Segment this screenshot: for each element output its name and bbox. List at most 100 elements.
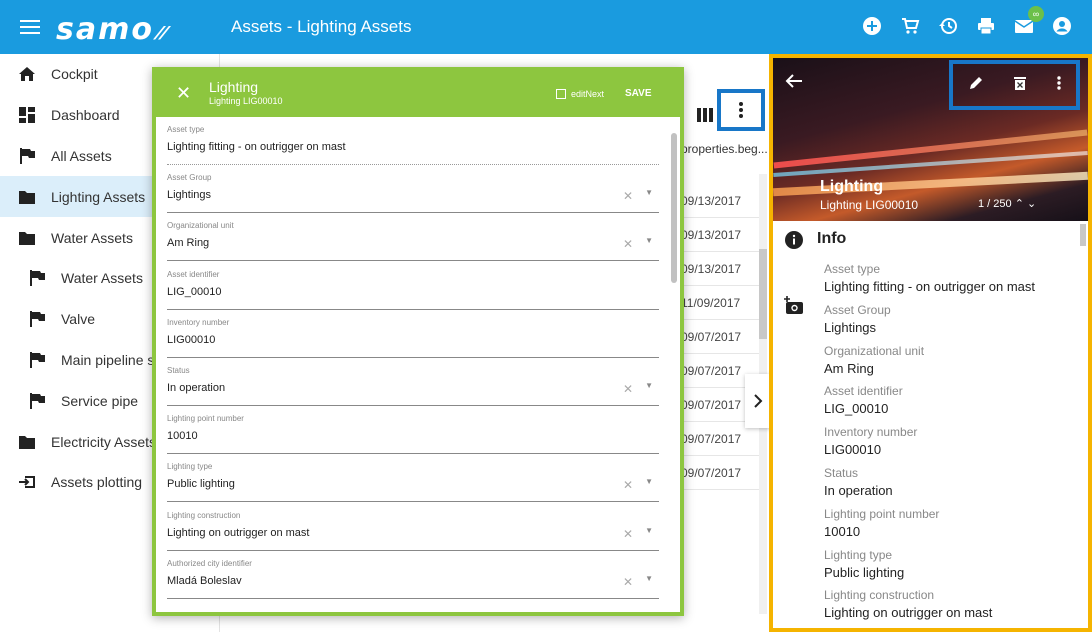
info-value: Lighting fitting - on outrigger on mast bbox=[824, 279, 1036, 294]
input-asset-type[interactable]: Asset type Lighting fitting - on outrigge… bbox=[167, 121, 659, 165]
input-asset-identifier[interactable]: Asset identifier LIG_00010 bbox=[167, 266, 659, 310]
asset-hero-image: Lighting Lighting LIG00010 1 / 250 ⌃ ⌄ bbox=[773, 58, 1088, 221]
info-item: Lighting type Public lighting bbox=[824, 548, 1035, 589]
dropdown-caret-icon[interactable]: ▼ bbox=[645, 526, 653, 535]
hamburger-menu-icon[interactable] bbox=[18, 16, 42, 38]
info-item: Asset identifier LIG_00010 bbox=[824, 384, 1035, 425]
sidebar-item-label: Water Assets bbox=[61, 270, 143, 287]
table-row[interactable]: 09/13/2017 bbox=[681, 184, 761, 218]
table-row[interactable]: 09/07/2017 bbox=[681, 456, 761, 490]
sidebar-item-label: Valve bbox=[61, 311, 95, 328]
detail-scrollbar[interactable] bbox=[1080, 224, 1086, 246]
detail-actions-toolbar bbox=[949, 60, 1080, 110]
field-value[interactable]: Public lighting bbox=[167, 478, 235, 490]
account-circle-icon[interactable] bbox=[1050, 14, 1074, 38]
select-status[interactable]: Status In operation ✕ ▼ bbox=[167, 362, 659, 406]
field-label: Lighting construction bbox=[167, 510, 241, 520]
info-label: Asset type bbox=[824, 262, 881, 276]
dialog-scrollbar[interactable] bbox=[670, 127, 678, 617]
dialog-header: ✕ Lighting Lighting LIG00010 editNext SA… bbox=[156, 71, 680, 117]
table-more-options-button[interactable] bbox=[717, 89, 765, 131]
arrow-back-icon[interactable] bbox=[785, 72, 803, 95]
table-row[interactable]: 09/13/2017 bbox=[681, 218, 761, 252]
print-icon[interactable] bbox=[974, 14, 998, 38]
info-label: Lighting type bbox=[824, 547, 893, 562]
info-label: Inventory number bbox=[824, 425, 918, 440]
view-columns-icon[interactable] bbox=[697, 108, 713, 122]
field-label: Asset type bbox=[167, 125, 205, 134]
info-value: Lightings bbox=[824, 319, 877, 335]
edit-next-checkbox[interactable]: editNext bbox=[556, 89, 604, 99]
select-authorized-city-identifier[interactable]: Authorized city identifier Mladá Boleslav… bbox=[167, 555, 659, 599]
chevron-right-icon bbox=[754, 394, 763, 408]
select-lighting-construction[interactable]: Lighting construction Lighting on outrigg… bbox=[167, 507, 659, 551]
folder-icon bbox=[18, 188, 36, 206]
info-value: Public lighting bbox=[824, 564, 905, 580]
clear-icon[interactable]: ✕ bbox=[623, 382, 633, 396]
save-button[interactable]: SAVE bbox=[625, 88, 652, 99]
table-row[interactable]: 09/13/2017 bbox=[681, 252, 761, 286]
history-icon[interactable] bbox=[936, 14, 960, 38]
field-label: Lighting type bbox=[167, 462, 213, 472]
clear-icon[interactable]: ✕ bbox=[623, 527, 633, 541]
select-lighting-type[interactable]: Lighting type Public lighting ✕ ▼ bbox=[167, 458, 659, 503]
table-row[interactable]: 11/09/2017 bbox=[681, 286, 761, 320]
field-value[interactable]: Lighting on outrigger on mast bbox=[167, 527, 309, 539]
info-icon[interactable] bbox=[783, 229, 805, 251]
table-row[interactable]: 09/07/2017 bbox=[681, 320, 761, 354]
clear-icon[interactable]: ✕ bbox=[623, 575, 633, 589]
info-label: Status bbox=[824, 465, 859, 480]
clear-icon[interactable]: ✕ bbox=[623, 189, 633, 203]
info-value: Am Ring bbox=[824, 360, 874, 376]
mail-icon[interactable]: ∞ bbox=[1012, 6, 1044, 38]
input-lighting-point-number[interactable]: Lighting point number 10010 bbox=[167, 410, 659, 455]
field-value[interactable]: Lighting fitting - on outrigger on mast bbox=[167, 141, 346, 153]
clear-icon[interactable]: ✕ bbox=[623, 237, 633, 251]
checkbox-icon[interactable] bbox=[556, 89, 566, 99]
chevron-up-icon[interactable]: ⌃ bbox=[1015, 198, 1024, 210]
add-photo-icon[interactable] bbox=[783, 295, 805, 317]
delete-icon[interactable] bbox=[1013, 75, 1027, 96]
expand-panel-button[interactable] bbox=[745, 374, 771, 428]
clear-icon[interactable]: ✕ bbox=[623, 478, 633, 492]
edit-pencil-icon[interactable] bbox=[968, 75, 984, 96]
folder-icon bbox=[18, 433, 36, 451]
table-body: 09/13/2017 09/13/2017 09/13/2017 11/09/2017… bbox=[681, 184, 761, 490]
info-value: In operation bbox=[824, 482, 893, 498]
folder-icon bbox=[18, 229, 36, 247]
field-label: Organizational unit bbox=[167, 221, 234, 231]
shopping-cart-icon[interactable] bbox=[898, 14, 922, 38]
select-asset-group[interactable]: Asset Group Lightings ✕ ▼ bbox=[167, 169, 659, 214]
input-inventory-number[interactable]: Inventory number LIG00010 bbox=[167, 314, 659, 358]
select-organizational-unit[interactable]: Organizational unit Am Ring ✕ ▼ bbox=[167, 217, 659, 262]
asset-detail-panel: Lighting Lighting LIG00010 1 / 250 ⌃ ⌄ I… bbox=[769, 54, 1092, 632]
table-cell-date: 09/07/2017 bbox=[681, 465, 742, 480]
close-icon[interactable]: ✕ bbox=[176, 83, 191, 104]
more-vert-icon bbox=[739, 102, 743, 118]
dropdown-caret-icon[interactable]: ▼ bbox=[645, 188, 653, 197]
field-value[interactable]: In operation bbox=[167, 382, 225, 394]
column-header-properties[interactable]: properties.beg... bbox=[681, 142, 768, 156]
sidebar-item-label: Service pipe bbox=[61, 392, 139, 409]
chevron-down-icon[interactable]: ⌄ bbox=[1027, 198, 1036, 210]
flag-icon bbox=[28, 269, 46, 287]
more-vert-icon[interactable] bbox=[1056, 75, 1062, 96]
field-label: Inventory number bbox=[167, 317, 230, 327]
table-cell-date: 09/13/2017 bbox=[681, 227, 742, 242]
field-value[interactable]: LIG00010 bbox=[167, 334, 215, 346]
flag-icon bbox=[28, 351, 46, 369]
info-item: Asset Group Lightings bbox=[824, 303, 1035, 344]
dropdown-caret-icon[interactable]: ▼ bbox=[645, 477, 653, 486]
add-circle-icon[interactable] bbox=[860, 14, 884, 38]
dialog-title: Lighting bbox=[209, 79, 259, 95]
samo-logo[interactable]: samo ⁄⁄ bbox=[56, 12, 168, 47]
dropdown-caret-icon[interactable]: ▼ bbox=[645, 574, 653, 583]
field-value[interactable]: LIG_00010 bbox=[167, 286, 221, 298]
field-value[interactable]: 10010 bbox=[167, 430, 198, 442]
dashboard-icon bbox=[18, 106, 36, 124]
dropdown-caret-icon[interactable]: ▼ bbox=[645, 381, 653, 390]
dropdown-caret-icon[interactable]: ▼ bbox=[645, 236, 653, 245]
field-value[interactable]: Am Ring bbox=[167, 237, 209, 249]
field-value[interactable]: Mladá Boleslav bbox=[167, 575, 242, 587]
field-value[interactable]: Lightings bbox=[167, 189, 211, 201]
